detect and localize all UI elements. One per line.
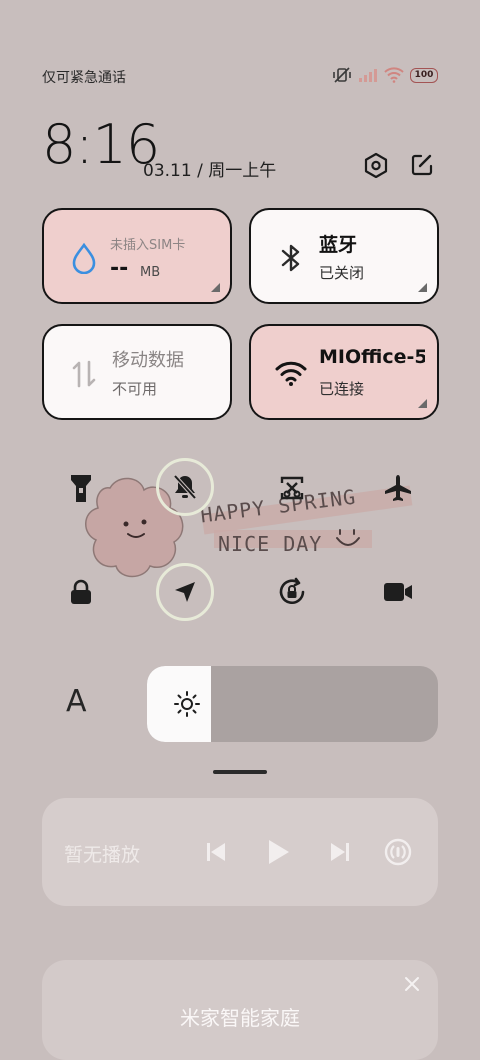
data-usage-unit: MB (140, 265, 161, 280)
close-icon (405, 977, 419, 991)
location-arrow-icon (175, 582, 195, 602)
wifi-tile[interactable]: MIOffice-5G 已连接 (249, 324, 439, 420)
video-camera-icon (384, 583, 412, 601)
edit-icon (411, 154, 433, 176)
wifi-network-name: MIOffice-5G (319, 346, 425, 368)
expand-corner-icon (418, 283, 427, 292)
battery-indicator: 100 (410, 67, 438, 83)
brightness-slider[interactable] (147, 666, 438, 742)
auto-brightness-button[interactable]: A (66, 684, 87, 719)
screenshot-toggle[interactable] (268, 464, 316, 512)
media-status-label: 暂无播放 (64, 844, 141, 866)
skip-previous-icon (207, 843, 225, 861)
smiley-doodle-icon (336, 529, 360, 546)
carrier-status-text: 仅可紧急通话 (42, 70, 126, 86)
mobile-data-status: 不可用 (112, 380, 158, 398)
airplane-mode-toggle[interactable] (374, 464, 422, 512)
mobile-data-label: 移动数据 (112, 350, 184, 371)
status-icons: 100 (332, 66, 438, 84)
flashlight-icon (71, 475, 91, 502)
wifi-status-icon (384, 67, 404, 83)
signal-icon (359, 69, 377, 82)
close-button[interactable] (400, 972, 424, 996)
water-drop-icon (68, 242, 100, 274)
audio-output-button[interactable] (382, 836, 414, 868)
bluetooth-status: 已关闭 (319, 264, 365, 282)
airplane-icon (385, 475, 411, 501)
expand-corner-icon (211, 283, 220, 292)
lock-screen-toggle[interactable] (57, 568, 105, 616)
lock-icon (71, 579, 91, 604)
settings-button[interactable] (360, 149, 392, 181)
data-usage-tile[interactable]: 未插入SIM卡 -- MB (42, 208, 232, 304)
next-track-button[interactable] (324, 836, 356, 868)
rotation-lock-toggle[interactable] (268, 568, 316, 616)
previous-track-button[interactable] (200, 836, 232, 868)
clock-time[interactable]: 8:16 (42, 118, 160, 172)
panel-drag-handle[interactable] (213, 770, 267, 774)
date-text[interactable]: 03.11 / 周一上午 (143, 156, 276, 181)
skip-next-icon (331, 843, 349, 861)
mobile-data-tile[interactable]: 移动数据 不可用 (42, 324, 232, 420)
location-toggle[interactable] (161, 568, 209, 616)
sticker-line2: NICE DAY (218, 532, 323, 556)
media-player-card[interactable]: 暂无播放 (42, 798, 438, 906)
wifi-status: 已连接 (319, 380, 365, 398)
smart-home-title: 米家智能家庭 (180, 1006, 300, 1030)
rotation-lock-icon (279, 577, 305, 605)
data-usage-value: -- (110, 256, 129, 281)
screen-recorder-toggle[interactable] (374, 568, 422, 616)
vibrate-off-icon (333, 67, 351, 83)
bluetooth-label: 蓝牙 (319, 234, 358, 256)
cast-audio-icon (384, 838, 412, 866)
edit-button[interactable] (406, 149, 438, 181)
mute-toggle[interactable] (161, 463, 209, 511)
wifi-icon (275, 358, 307, 390)
play-icon (269, 840, 289, 864)
bell-off-icon (173, 474, 197, 500)
sim-status-label: 未插入SIM卡 (110, 238, 186, 253)
smart-home-card[interactable]: 米家智能家庭 (42, 960, 438, 1060)
mobile-data-arrows-icon (68, 358, 100, 390)
scissors-screenshot-icon (280, 476, 304, 500)
expand-corner-icon (418, 399, 427, 408)
bluetooth-tile[interactable]: 蓝牙 已关闭 (249, 208, 439, 304)
play-button[interactable] (262, 836, 294, 868)
bluetooth-icon (275, 242, 307, 274)
flashlight-toggle[interactable] (57, 464, 105, 512)
sun-icon (174, 691, 200, 717)
settings-hexagon-icon (364, 152, 388, 178)
